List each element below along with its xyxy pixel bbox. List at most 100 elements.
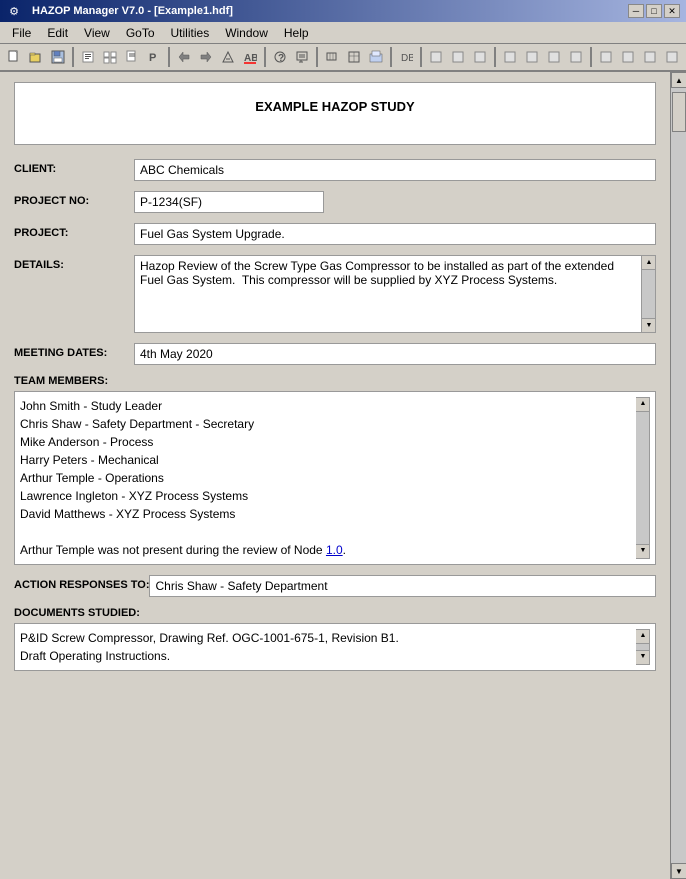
docs-scroll-up[interactable]: ▲ [636, 630, 650, 644]
team-member-6: Lawrence Ingleton - XYZ Process Systems [20, 487, 636, 505]
svg-text:?: ? [278, 53, 284, 64]
toolbar-btn13[interactable] [292, 46, 312, 68]
project-no-input[interactable] [134, 191, 324, 213]
meeting-dates-input[interactable] [134, 343, 656, 365]
title-bar-controls: ─ □ ✕ [628, 4, 680, 18]
project-row: PROJECT: [14, 223, 656, 245]
toolbar-btn8[interactable] [174, 46, 194, 68]
menu-file[interactable]: File [4, 24, 39, 42]
toolbar-btn9[interactable] [196, 46, 216, 68]
toolbar-btn5[interactable] [100, 46, 120, 68]
toolbar-btn16[interactable] [366, 46, 386, 68]
team-note-link[interactable]: 1.0 [326, 543, 343, 557]
team-member-2: Chris Shaw - Safety Department - Secreta… [20, 415, 636, 433]
team-member-1: John Smith - Study Leader [20, 397, 636, 415]
team-members-box: John Smith - Study Leader Chris Shaw - S… [14, 391, 656, 565]
client-label: CLIENT: [14, 159, 134, 175]
details-row: DETAILS: Hazop Review of the Screw Type … [14, 255, 656, 333]
team-scrollbar: ▲ ▼ [636, 397, 650, 559]
team-member-5: Arthur Temple - Operations [20, 469, 636, 487]
menu-edit[interactable]: Edit [39, 24, 76, 42]
toolbar-spelling[interactable]: ABC [240, 46, 260, 68]
toolbar-btn15[interactable] [344, 46, 364, 68]
action-responses-label: ACTION RESPONSES TO: [14, 575, 149, 591]
menu-goto[interactable]: GoTo [118, 24, 163, 42]
toolbar-sep-7 [494, 47, 496, 67]
project-no-label: PROJECT NO: [14, 191, 134, 207]
team-scroll-down[interactable]: ▼ [636, 544, 650, 558]
scroll-down-arrow[interactable]: ▼ [671, 863, 686, 879]
toolbar-btn27[interactable] [640, 46, 660, 68]
menu-help[interactable]: Help [276, 24, 317, 42]
team-note: Arthur Temple was not present during the… [20, 541, 636, 559]
team-member-7: David Matthews - XYZ Process Systems [20, 505, 636, 523]
details-label: DETAILS: [14, 255, 134, 271]
close-button[interactable]: ✕ [664, 4, 680, 18]
toolbar-btn21[interactable] [500, 46, 520, 68]
team-scroll-track [636, 412, 649, 544]
project-input[interactable] [134, 223, 656, 245]
restore-button[interactable]: □ [646, 4, 662, 18]
docs-scrollbar: ▲ ▼ [636, 629, 650, 665]
toolbar-sep-8 [590, 47, 592, 67]
details-scroll-down[interactable]: ▼ [642, 318, 656, 332]
scroll-thumb[interactable] [672, 92, 686, 132]
toolbar-btn25[interactable] [596, 46, 616, 68]
scroll-track [671, 88, 686, 863]
menu-utilities[interactable]: Utilities [163, 24, 218, 42]
action-responses-input[interactable] [149, 575, 656, 597]
documents-studied-label: DOCUMENTS STUDIED: [14, 607, 656, 619]
toolbar-sep-4 [316, 47, 318, 67]
toolbar-sep-6 [420, 47, 422, 67]
details-textarea[interactable]: Hazop Review of the Screw Type Gas Compr… [134, 255, 642, 333]
documents-box: P&ID Screw Compressor, Drawing Ref. OGC-… [14, 623, 656, 671]
meeting-dates-label: MEETING DATES: [14, 343, 134, 359]
toolbar-btn7[interactable]: P [144, 46, 164, 68]
toolbar-btn26[interactable] [618, 46, 638, 68]
action-responses-row: ACTION RESPONSES TO: [14, 575, 656, 597]
details-scroll-up[interactable]: ▲ [642, 256, 656, 270]
documents-row: P&ID Screw Compressor, Drawing Ref. OGC-… [14, 623, 656, 671]
toolbar: P ABC ? DB [0, 44, 686, 72]
doc-2: Draft Operating Instructions. [20, 647, 636, 665]
project-no-row: PROJECT NO: [14, 191, 656, 213]
main-area: EXAMPLE HAZOP STUDY CLIENT: PROJECT NO: … [0, 72, 686, 879]
toolbar-open[interactable] [26, 46, 46, 68]
content-panel: EXAMPLE HAZOP STUDY CLIENT: PROJECT NO: … [0, 72, 670, 879]
menu-window[interactable]: Window [217, 24, 276, 42]
toolbar-btn18[interactable] [426, 46, 446, 68]
title-bar-left: ⚙ HAZOP Manager V7.0 - [Example1.hdf] [6, 3, 233, 19]
svg-text:DB: DB [401, 53, 413, 64]
minimize-button[interactable]: ─ [628, 4, 644, 18]
toolbar-btn28[interactable] [662, 46, 682, 68]
toolbar-new[interactable] [4, 46, 24, 68]
menu-bar: File Edit View GoTo Utilities Window Hel… [0, 22, 686, 44]
team-members-row: John Smith - Study Leader Chris Shaw - S… [14, 391, 656, 565]
toolbar-btn19[interactable] [448, 46, 468, 68]
toolbar-btn17[interactable]: DB [396, 46, 416, 68]
toolbar-btn20[interactable] [470, 46, 490, 68]
docs-scroll-down[interactable]: ▼ [636, 650, 650, 664]
toolbar-btn12[interactable]: ? [270, 46, 290, 68]
team-note-suffix: . [343, 543, 346, 557]
toolbar-btn23[interactable] [544, 46, 564, 68]
main-scrollbar: ▲ ▼ [670, 72, 686, 879]
toolbar-btn10[interactable] [218, 46, 238, 68]
title-bar: ⚙ HAZOP Manager V7.0 - [Example1.hdf] ─ … [0, 0, 686, 22]
toolbar-btn4[interactable] [78, 46, 98, 68]
client-input[interactable] [134, 159, 656, 181]
toolbar-save[interactable] [48, 46, 68, 68]
toolbar-btn22[interactable] [522, 46, 542, 68]
menu-view[interactable]: View [76, 24, 118, 42]
details-scrollbar: ▲ ▼ [642, 255, 656, 333]
toolbar-sep-3 [264, 47, 266, 67]
details-scroll-track [642, 270, 655, 318]
toolbar-btn14[interactable] [322, 46, 342, 68]
title-bar-title: HAZOP Manager V7.0 - [Example1.hdf] [32, 5, 233, 17]
app-icon: ⚙ [6, 3, 22, 19]
toolbar-sep-1 [72, 47, 74, 67]
team-scroll-up[interactable]: ▲ [636, 398, 650, 412]
toolbar-btn6[interactable] [122, 46, 142, 68]
toolbar-btn24[interactable] [566, 46, 586, 68]
scroll-up-arrow[interactable]: ▲ [671, 72, 686, 88]
